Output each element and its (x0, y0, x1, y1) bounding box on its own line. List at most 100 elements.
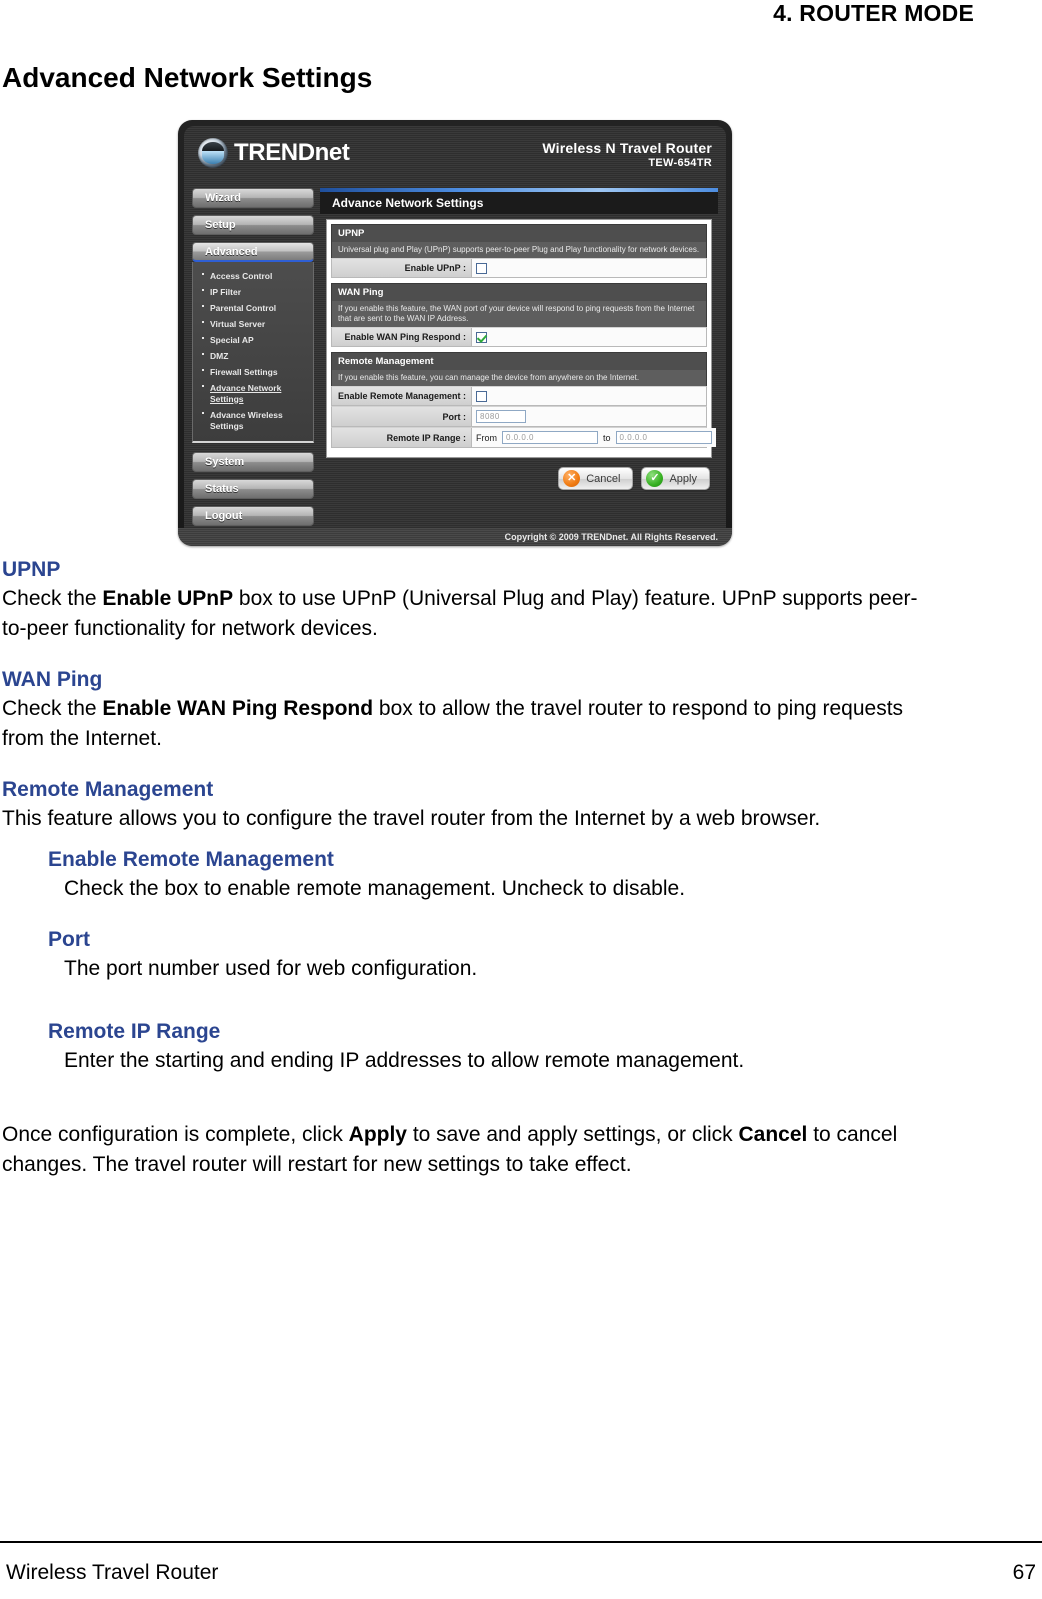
page-number: 67 (1012, 1561, 1036, 1584)
product-name: Wireless N Travel Router (542, 140, 712, 156)
submenu-item-label: Virtual Server (210, 318, 266, 329)
group-upnp: UPNP Universal plug and Play (UPnP) supp… (331, 224, 707, 278)
field-row-enable-remote-management: Enable Remote Management : (331, 386, 707, 406)
settings-panel: Advance Network Settings UPNP Universal … (320, 188, 718, 500)
text-mid: to save and apply settings, or click (407, 1123, 739, 1146)
field-row-enable-upnp: Enable UPnP : (331, 258, 707, 278)
group-remote-management: Remote Management If you enable this fea… (331, 352, 716, 448)
apply-button[interactable]: ✓ Apply (641, 467, 710, 490)
text-bold-apply: Apply (348, 1123, 407, 1146)
ip-range-to-label: to (603, 432, 611, 443)
field-label: Remote IP Range : (332, 428, 472, 447)
submenu-item-ip-filter[interactable]: IP Filter (201, 284, 309, 300)
paragraph-closing: Once configuration is complete, click Ap… (2, 1120, 932, 1180)
port-input[interactable]: 8080 (476, 410, 526, 423)
page-title: Advanced Network Settings (2, 62, 373, 93)
sidebar-item-system[interactable]: System (192, 452, 314, 472)
submenu-item-virtual-server[interactable]: Virtual Server (201, 316, 309, 332)
field-row-enable-wan-ping-respond: Enable WAN Ping Respond : (331, 327, 707, 347)
paragraph-remote-ip-range: Enter the starting and ending IP address… (64, 1049, 745, 1072)
subheading-enable-remote-management: Enable Remote Management (48, 848, 334, 871)
router-copyright: Copyright © 2009 TRENDnet. All Rights Re… (178, 528, 732, 546)
group-heading: UPNP (331, 224, 707, 242)
field-label: Port : (332, 407, 472, 426)
field-row-port: Port : 8080 (331, 406, 707, 427)
submenu-item-label: Special AP (210, 334, 254, 345)
trendnet-globe-icon (198, 138, 228, 168)
product-info: Wireless N Travel Router TEW-654TR (542, 140, 712, 169)
router-admin-screenshot: TRENDnet Wireless N Travel Router TEW-65… (178, 120, 732, 546)
field-value: From 0.0.0.0 to 0.0.0.0 (472, 428, 716, 447)
submenu-item-advance-network-settings[interactable]: Advance Network Settings (201, 380, 309, 407)
sidebar-item-status[interactable]: Status (192, 479, 314, 499)
enable-wan-ping-respond-checkbox[interactable] (476, 331, 487, 343)
page-footer: Wireless Travel Router 67 (0, 1561, 1042, 1585)
field-row-remote-ip-range: Remote IP Range : From 0.0.0.0 to 0.0.0.… (331, 427, 716, 448)
field-value: 8080 (472, 407, 706, 426)
field-label: Enable UPnP : (332, 259, 472, 277)
field-label: Enable WAN Ping Respond : (332, 328, 472, 346)
paragraph-wan-ping: Check the Enable WAN Ping Respond box to… (2, 694, 932, 754)
advanced-submenu: Access Control IP Filter Parental Contro… (192, 262, 314, 443)
document-body: UPNP Check the Enable UPnP box to use UP… (2, 556, 932, 1202)
heading-wan-ping: WAN Ping (2, 668, 103, 691)
text-pre: Check the (2, 587, 103, 610)
submenu-item-label: Access Control (210, 270, 273, 281)
text-pre: Once configuration is complete, click (2, 1123, 349, 1146)
subheading-remote-ip-range: Remote IP Range (48, 1020, 221, 1043)
text-bold: Enable UPnP (102, 587, 234, 610)
router-ui-window: TRENDnet Wireless N Travel Router TEW-65… (184, 126, 726, 540)
remote-ip-range-to-input[interactable]: 0.0.0.0 (615, 431, 712, 444)
cancel-button-label: Cancel (586, 472, 621, 485)
chapter-title: 4. ROUTER MODE (773, 0, 974, 26)
submenu-item-label: Advance Wireless Settings (210, 409, 283, 431)
sidebar-item-wizard[interactable]: Wizard (192, 188, 314, 208)
group-heading: Remote Management (331, 352, 707, 370)
router-body: Wizard Setup Advanced Access Control IP … (184, 188, 726, 540)
sidebar-item-label: Setup (205, 219, 236, 231)
footer-document-title: Wireless Travel Router (6, 1561, 219, 1584)
remote-ip-range-from-input[interactable]: 0.0.0.0 (502, 431, 598, 444)
apply-icon: ✓ (646, 470, 664, 487)
footer-divider (0, 1541, 1042, 1543)
submenu-item-label: Advance Network Settings (210, 382, 282, 404)
sidebar-item-logout[interactable]: Logout (192, 506, 314, 526)
brand-wordmark: TRENDnet (234, 139, 350, 167)
paragraph-upnp: Check the Enable UPnP box to use UPnP (U… (2, 584, 932, 644)
submenu-item-special-ap[interactable]: Special AP (201, 332, 309, 348)
field-value (472, 259, 706, 277)
submenu-item-advance-wireless-settings[interactable]: Advance Wireless Settings (201, 407, 309, 434)
paragraph-remote-management: This feature allows you to configure the… (2, 807, 821, 830)
sidebar-item-setup[interactable]: Setup (192, 215, 314, 235)
submenu-item-parental-control[interactable]: Parental Control (201, 300, 309, 316)
submenu-item-firewall-settings[interactable]: Firewall Settings (201, 364, 309, 380)
heading-remote-management: Remote Management (2, 778, 214, 801)
paragraph-enable-remote-management: Check the box to enable remote managemen… (64, 877, 686, 900)
panel-sheet: UPNP Universal plug and Play (UPnP) supp… (326, 219, 716, 458)
group-description: If you enable this feature, the WAN port… (331, 301, 707, 327)
cancel-button[interactable]: ✕ Cancel (558, 467, 634, 490)
field-value (472, 387, 706, 405)
group-heading: WAN Ping (331, 283, 707, 301)
panel-title: Advance Network Settings (320, 192, 718, 214)
product-model: TEW-654TR (648, 157, 712, 169)
brand-name-upper: TREND (234, 139, 315, 166)
ip-range-from-label: From (476, 432, 497, 443)
sidebar-item-label: Advanced (205, 245, 258, 258)
sidebar-item-label: Status (205, 483, 239, 495)
cancel-icon: ✕ (563, 470, 581, 487)
text-bold-cancel: Cancel (738, 1123, 808, 1146)
sidebar-item-label: Logout (205, 510, 243, 522)
submenu-item-access-control[interactable]: Access Control (201, 268, 309, 284)
sidebar-item-advanced[interactable]: Advanced (192, 242, 314, 262)
subheading-port: Port (48, 928, 90, 951)
submenu-item-dmz[interactable]: DMZ (201, 348, 309, 364)
submenu-item-label: IP Filter (210, 286, 242, 297)
enable-upnp-checkbox[interactable] (476, 262, 487, 274)
text-bold: Enable WAN Ping Respond (102, 697, 374, 720)
heading-upnp: UPNP (2, 558, 61, 581)
enable-remote-management-checkbox[interactable] (476, 390, 487, 402)
